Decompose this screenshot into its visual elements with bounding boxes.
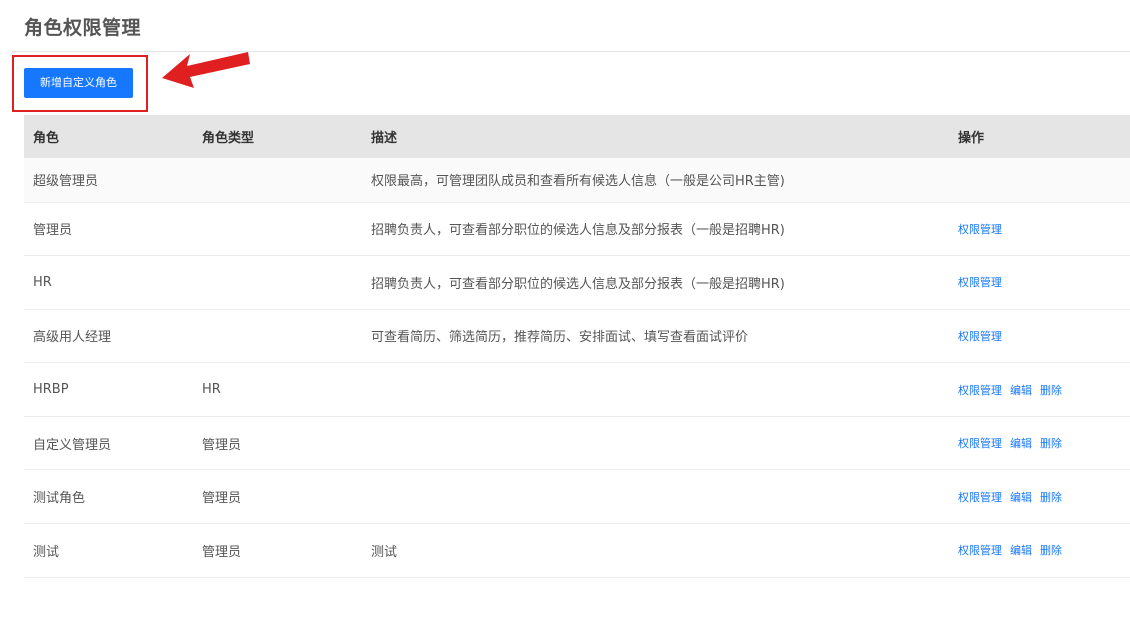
permission-manage-link[interactable]: 权限管理: [958, 384, 1002, 397]
role-actions-cell: 权限管理: [949, 309, 1130, 364]
permission-manage-link[interactable]: 权限管理: [958, 437, 1002, 450]
table-row: 管理员 招聘负责人，可查看部分职位的候选人信息及部分报表（一般是招聘HR) 权限管理: [24, 202, 1130, 257]
role-name-cell: 测试角色: [24, 469, 193, 525]
role-name-cell: 超级管理员: [24, 158, 193, 203]
header-role: 角色: [24, 115, 193, 158]
table-row: 测试角色 管理员 权限管理 编辑 删除: [24, 469, 1130, 525]
edit-link[interactable]: 编辑: [1010, 491, 1032, 504]
role-name-cell: HR: [24, 255, 193, 310]
annotation-arrow-icon: [162, 52, 250, 88]
role-permission-page: 角色权限管理 新增自定义角色 角色 角色类型 描述 操作 超级管理员 权限最高，可…: [0, 0, 1130, 618]
table-row: HRBP HR 权限管理 编辑 删除: [24, 362, 1130, 417]
role-type-cell: HR: [193, 362, 362, 417]
role-name-cell: HRBP: [24, 362, 193, 417]
permission-manage-link[interactable]: 权限管理: [958, 276, 1002, 289]
delete-link[interactable]: 删除: [1040, 491, 1062, 504]
role-description-cell: 招聘负责人，可查看部分职位的候选人信息及部分报表（一般是招聘HR): [362, 202, 949, 257]
table-row: 高级用人经理 可查看简历、筛选简历，推荐简历、安排面试、填写查看面试评价 权限管理: [24, 309, 1130, 364]
delete-link[interactable]: 删除: [1040, 384, 1062, 397]
delete-link[interactable]: 删除: [1040, 544, 1062, 557]
add-custom-role-button[interactable]: 新增自定义角色: [24, 68, 133, 98]
role-description-cell: 测试: [362, 523, 949, 578]
delete-link[interactable]: 删除: [1040, 437, 1062, 450]
permission-manage-link[interactable]: 权限管理: [958, 223, 1002, 236]
role-actions-cell: 权限管理: [949, 255, 1130, 310]
header-actions: 操作: [949, 115, 1130, 158]
table-row: 测试 管理员 测试 权限管理 编辑 删除: [24, 523, 1130, 578]
role-type-cell: 管理员: [193, 416, 362, 471]
role-description-cell: [362, 416, 949, 471]
role-description-cell: 可查看简历、筛选简历，推荐简历、安排面试、填写查看面试评价: [362, 309, 949, 364]
table-row: HR 招聘负责人，可查看部分职位的候选人信息及部分报表（一般是招聘HR) 权限管理: [24, 255, 1130, 310]
role-name-cell: 测试: [24, 523, 193, 578]
table-row: 超级管理员 权限最高，可管理团队成员和查看所有候选人信息（一般是公司HR主管): [24, 158, 1130, 203]
role-actions-cell: 权限管理 编辑 删除: [949, 416, 1130, 471]
role-description-cell: 权限最高，可管理团队成员和查看所有候选人信息（一般是公司HR主管): [362, 158, 949, 203]
role-actions-cell: 权限管理: [949, 202, 1130, 257]
role-type-cell: 管理员: [193, 523, 362, 578]
role-type-cell: 管理员: [193, 469, 362, 525]
permission-manage-link[interactable]: 权限管理: [958, 544, 1002, 557]
edit-link[interactable]: 编辑: [1010, 437, 1032, 450]
role-type-cell: [193, 309, 362, 364]
header-role-type: 角色类型: [193, 115, 362, 158]
role-name-cell: 自定义管理员: [24, 416, 193, 471]
role-actions-cell: [949, 158, 1130, 203]
role-type-cell: [193, 255, 362, 310]
header-description: 描述: [362, 115, 949, 158]
permission-manage-link[interactable]: 权限管理: [958, 330, 1002, 343]
role-description-cell: 招聘负责人，可查看部分职位的候选人信息及部分报表（一般是招聘HR): [362, 255, 949, 310]
role-name-cell: 高级用人经理: [24, 309, 193, 364]
roles-table: 角色 角色类型 描述 操作 超级管理员 权限最高，可管理团队成员和查看所有候选人信…: [24, 115, 1130, 578]
role-type-cell: [193, 158, 362, 203]
role-name-cell: 管理员: [24, 202, 193, 257]
table-header-row: 角色 角色类型 描述 操作: [24, 115, 1130, 158]
role-type-cell: [193, 202, 362, 257]
table-row: 自定义管理员 管理员 权限管理 编辑 删除: [24, 416, 1130, 471]
edit-link[interactable]: 编辑: [1010, 544, 1032, 557]
page-title: 角色权限管理: [24, 17, 142, 39]
role-actions-cell: 权限管理 编辑 删除: [949, 362, 1130, 417]
roles-table-body: 超级管理员 权限最高，可管理团队成员和查看所有候选人信息（一般是公司HR主管) 管理…: [24, 158, 1130, 578]
role-actions-cell: 权限管理 编辑 删除: [949, 523, 1130, 578]
role-description-cell: [362, 362, 949, 417]
permission-manage-link[interactable]: 权限管理: [958, 491, 1002, 504]
role-description-cell: [362, 469, 949, 525]
edit-link[interactable]: 编辑: [1010, 384, 1032, 397]
role-actions-cell: 权限管理 编辑 删除: [949, 469, 1130, 525]
